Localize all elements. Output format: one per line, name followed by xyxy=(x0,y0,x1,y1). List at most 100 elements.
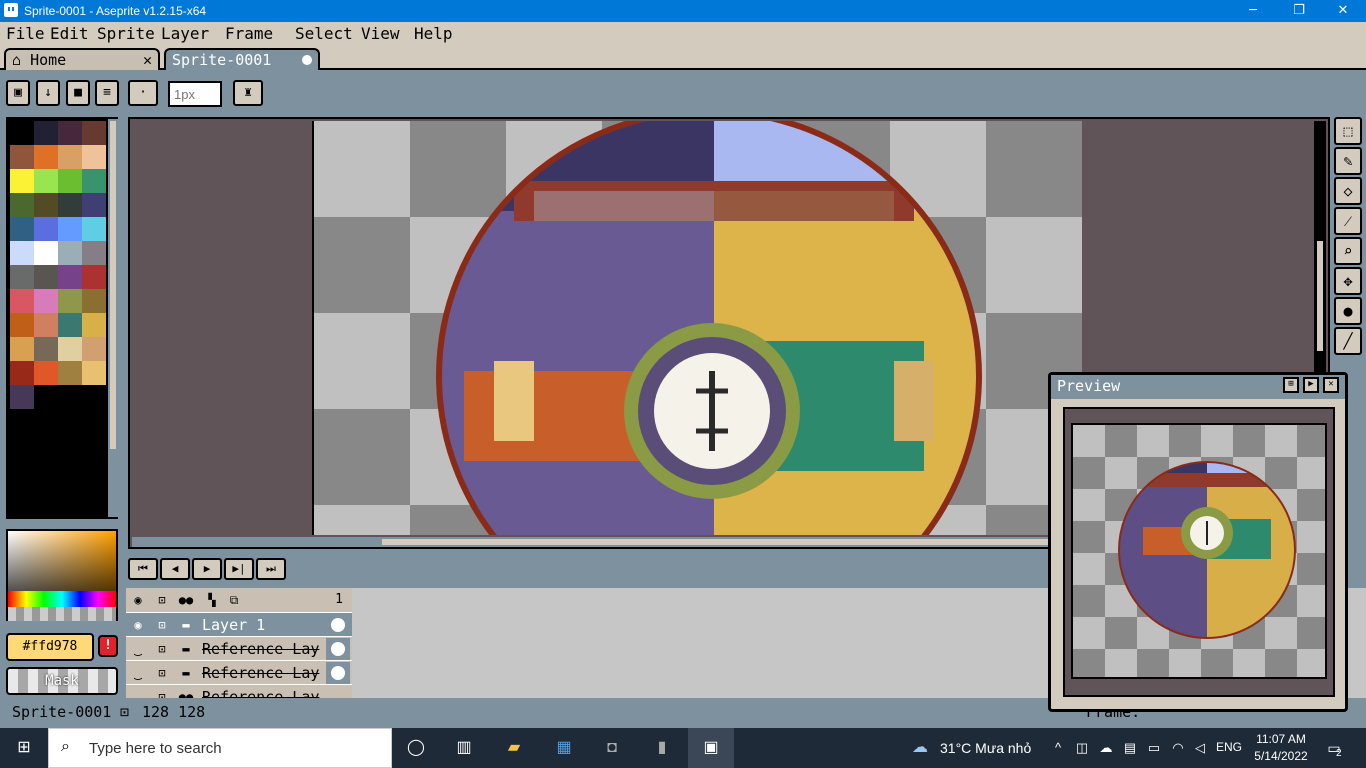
aseprite-taskbar-icon[interactable]: ▣ xyxy=(688,728,734,768)
cortana-icon[interactable]: ◯ xyxy=(404,736,428,760)
eye-closed-icon[interactable]: ‿ xyxy=(128,664,148,682)
layer-row[interactable]: ‿ ⊡ ▬ Reference Lay xyxy=(126,636,352,660)
palette-swatch[interactable] xyxy=(82,169,106,193)
preview-window[interactable]: Preview ⊞ ▶ ✕ xyxy=(1048,372,1348,712)
palette-swatch[interactable] xyxy=(58,241,82,265)
foreground-color-button[interactable]: #ffd978 xyxy=(6,633,94,661)
restore-button[interactable]: ❐ xyxy=(1276,0,1322,22)
wifi-icon[interactable]: ◠ xyxy=(1166,736,1190,760)
unlock-icon[interactable]: ⊡ xyxy=(152,688,172,698)
palette-swatch[interactable] xyxy=(34,217,58,241)
close-tab-icon[interactable]: ✕ xyxy=(143,51,152,69)
palette-swatch[interactable] xyxy=(10,289,34,313)
layer-row[interactable]: ‿ ⊡ ▬ Reference Lay xyxy=(126,660,352,684)
mask-color-button[interactable]: Mask xyxy=(6,667,118,695)
menu-view[interactable]: View xyxy=(361,24,400,43)
canvas-checkerboard[interactable] xyxy=(312,119,1082,547)
palette-swatch[interactable] xyxy=(34,145,58,169)
fill-tool-icon[interactable]: ● xyxy=(1334,297,1362,325)
palette-swatch[interactable] xyxy=(58,121,82,145)
palette-swatch[interactable] xyxy=(58,193,82,217)
palette-swatch[interactable] xyxy=(34,121,58,145)
palette-swatch[interactable] xyxy=(58,217,82,241)
layer-name[interactable]: Reference Lay xyxy=(202,664,319,682)
palette-swatch[interactable] xyxy=(10,241,34,265)
line-tool-icon[interactable]: ╱ xyxy=(1334,327,1362,355)
menu-sprite[interactable]: Sprite xyxy=(97,24,155,43)
show-hidden-icons[interactable]: ^ xyxy=(1046,736,1070,760)
palette-swatch[interactable] xyxy=(34,265,58,289)
continuous-icon[interactable]: ▬ xyxy=(176,616,196,634)
eraser-tool-icon[interactable]: ◇ xyxy=(1334,177,1362,205)
play-icon[interactable]: ▶ xyxy=(192,558,222,580)
visibility-header-icon[interactable]: ◉ xyxy=(128,591,148,609)
palette-swatch[interactable] xyxy=(10,337,34,361)
pencil-tool-icon[interactable]: ✎ xyxy=(1334,147,1362,175)
v-scroll-thumb[interactable] xyxy=(1317,241,1323,351)
tab-home[interactable]: ⌂ Home ✕ xyxy=(4,48,160,70)
cel-icon[interactable] xyxy=(326,638,350,660)
layers-header-icon[interactable]: ▚ xyxy=(202,591,222,609)
palette-swatch[interactable] xyxy=(10,145,34,169)
microphone-icon[interactable]: ▮ xyxy=(650,736,674,760)
frame-number-header[interactable]: 1 xyxy=(328,588,350,612)
alpha-slider[interactable] xyxy=(8,607,116,621)
palette-swatch[interactable] xyxy=(10,121,34,145)
tray-phone-icon[interactable]: ◫ xyxy=(1070,736,1094,760)
palette-swatch[interactable] xyxy=(34,361,58,385)
camera-icon[interactable]: ◘ xyxy=(600,736,624,760)
palette-swatch[interactable] xyxy=(34,241,58,265)
palette-swatch[interactable] xyxy=(58,289,82,313)
palette-swatch[interactable] xyxy=(82,145,106,169)
clock-date[interactable]: 5/14/2022 xyxy=(1252,749,1310,763)
close-window-button[interactable]: ✕ xyxy=(1320,0,1366,22)
palette-swatch[interactable] xyxy=(34,289,58,313)
preview-center-icon[interactable]: ⊞ xyxy=(1283,377,1299,393)
layer-row[interactable]: ◉ ⊡ ▬ Layer 1 xyxy=(126,612,352,636)
windows-start-icon[interactable]: ⊞ xyxy=(12,736,36,760)
palette-swatch[interactable] xyxy=(10,193,34,217)
preview-title-bar[interactable]: Preview ⊞ ▶ ✕ xyxy=(1051,375,1345,399)
menu-layer[interactable]: Layer xyxy=(161,24,209,43)
onedrive-icon[interactable]: ☁ xyxy=(1094,736,1118,760)
menu-edit[interactable]: Edit xyxy=(50,24,89,43)
palette-swatch[interactable] xyxy=(82,313,106,337)
palette-swatch[interactable] xyxy=(58,361,82,385)
lock-header-icon[interactable]: ⊡ xyxy=(152,591,172,609)
minimize-button[interactable]: ─ xyxy=(1230,0,1276,22)
last-frame-icon[interactable]: ⏭ xyxy=(256,558,286,580)
palette-scrollbar[interactable] xyxy=(108,119,118,517)
preview-close-icon[interactable]: ✕ xyxy=(1323,377,1339,393)
volume-icon[interactable]: ◁ xyxy=(1188,736,1212,760)
unlock-icon[interactable]: ⊡ xyxy=(152,616,172,634)
palette-swatch[interactable] xyxy=(82,241,106,265)
lock-icon[interactable]: ▣ xyxy=(6,80,30,106)
cel-icon[interactable] xyxy=(326,662,350,684)
tray-app-icon[interactable]: ▤ xyxy=(1118,736,1142,760)
palette-swatch[interactable] xyxy=(34,337,58,361)
menu-select[interactable]: Select xyxy=(295,24,353,43)
layer-name[interactable]: Reference Lay xyxy=(202,688,319,698)
palette-swatch[interactable] xyxy=(58,337,82,361)
palette-swatch[interactable] xyxy=(82,193,106,217)
palette-swatch[interactable] xyxy=(82,361,106,385)
palette-swatch[interactable] xyxy=(34,313,58,337)
continuous-icon[interactable]: ●● xyxy=(176,688,196,698)
arrow-down-icon[interactable]: ↓ xyxy=(36,80,60,106)
file-explorer-icon[interactable]: ▰ xyxy=(502,736,526,760)
brush-square-icon[interactable]: ■ xyxy=(66,80,90,106)
brush-dot-button[interactable]: · xyxy=(128,80,158,106)
preview-play-icon[interactable]: ▶ xyxy=(1303,377,1319,393)
eye-icon[interactable]: ◉ xyxy=(128,616,148,634)
zoom-tool-icon[interactable]: ⌕ xyxy=(1334,237,1362,265)
layer-row[interactable]: ‿ ⊡ ●● Reference Lay xyxy=(126,684,352,698)
notification-icon[interactable]: ▭ xyxy=(1322,736,1346,760)
palette-swatch[interactable] xyxy=(58,265,82,289)
clock-time[interactable]: 11:07 AM xyxy=(1256,732,1306,746)
task-view-icon[interactable]: ▥ xyxy=(452,736,476,760)
palette-swatch[interactable] xyxy=(10,169,34,193)
store-icon[interactable]: ▦ xyxy=(552,736,576,760)
palette-swatch[interactable] xyxy=(34,169,58,193)
eye-closed-icon[interactable]: ‿ xyxy=(128,688,148,698)
hue-slider[interactable] xyxy=(8,591,116,607)
